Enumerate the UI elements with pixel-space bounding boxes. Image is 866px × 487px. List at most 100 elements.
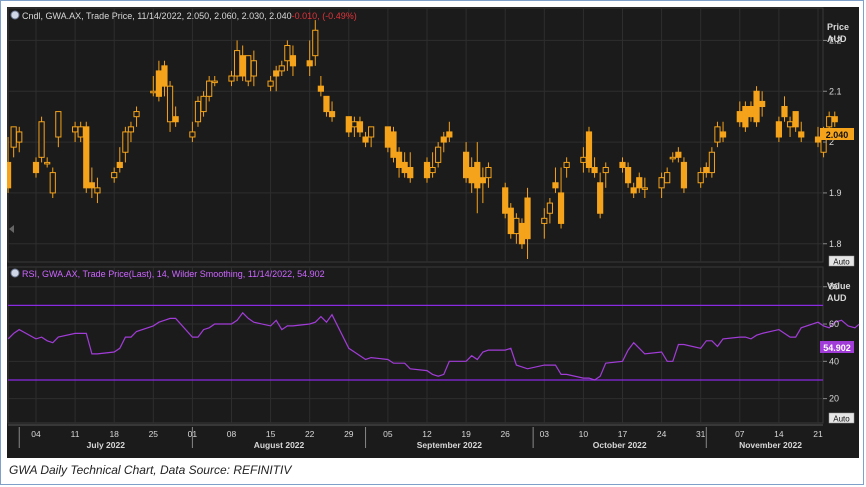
candle-down	[155, 70, 162, 97]
candle-down	[736, 111, 743, 123]
price-header[interactable]: Cndl, GWA.AX, Trade Price, 11/14/2022, 2…	[10, 10, 357, 21]
x-tick-label: 14	[774, 429, 784, 439]
candle-down	[557, 192, 565, 224]
circle-icon[interactable]	[10, 10, 20, 20]
x-tick-label: 04	[31, 429, 41, 439]
candle-down	[479, 177, 486, 184]
x-tick-label: 18	[109, 429, 119, 439]
x-month-label: August 2022	[254, 440, 305, 450]
candle-down	[630, 187, 637, 194]
candle-up	[669, 156, 676, 160]
svg-text:Cndl, GWA.AX, Trade Price, 11/: Cndl, GWA.AX, Trade Price, 11/14/2022, 2…	[22, 11, 357, 21]
candle-down	[792, 111, 799, 128]
x-tick-label: 12	[422, 429, 432, 439]
x-axis-month-labels: July 2022 August 2022 September 2022 Octobe…	[18, 427, 802, 450]
candle-down	[323, 95, 330, 113]
candle-down	[172, 116, 179, 123]
x-tick-label: 21	[813, 429, 823, 439]
circle-icon[interactable]	[10, 268, 20, 278]
candle-up	[16, 131, 23, 143]
last-price-label: 2.040	[826, 130, 849, 140]
candle-down	[675, 151, 682, 158]
candle-up	[826, 116, 833, 128]
candle-up	[485, 167, 492, 179]
x-tick-label: 31	[696, 429, 706, 439]
x-month-label: November 2022	[739, 440, 802, 450]
rsi-auto-label: Auto	[833, 415, 850, 424]
x-tick-label: 22	[305, 429, 315, 439]
candle-up	[189, 131, 196, 138]
candle-up	[714, 126, 721, 143]
candle-up	[150, 90, 157, 94]
candle-down	[384, 126, 391, 148]
candle-down	[356, 121, 364, 133]
candle-up	[312, 29, 319, 57]
x-tick-label: 19	[461, 429, 471, 439]
candle-down	[597, 182, 604, 214]
candle-down	[781, 106, 788, 118]
candle-up	[267, 80, 274, 87]
candle-down	[831, 116, 838, 123]
x-month-label: October 2022	[593, 440, 647, 450]
candle-down	[507, 207, 514, 235]
x-tick-label: 25	[149, 429, 159, 439]
candle-up	[368, 126, 375, 138]
x-tick-label: 03	[540, 429, 550, 439]
candle-down	[518, 222, 526, 245]
x-month-label: July 2022	[87, 440, 126, 450]
candle-down	[83, 126, 90, 189]
candle-down	[328, 111, 336, 118]
x-tick-label: 07	[735, 429, 745, 439]
candle-up	[55, 111, 62, 138]
candle-up	[245, 55, 252, 82]
rsi-tick-label: 60	[829, 319, 839, 329]
candle-up	[127, 126, 135, 133]
candle-down	[753, 90, 760, 123]
candle-down	[591, 167, 598, 174]
candle-up	[563, 161, 570, 169]
rsi-header[interactable]: RSI, GWA.AX, Trade Price(Last), 14, Wild…	[10, 268, 325, 279]
candle-down	[719, 131, 727, 138]
chart-svg: Cndl, GWA.AX, Trade Price, 11/14/2022, 2…	[4, 7, 866, 450]
x-tick-label: 17	[618, 429, 628, 439]
candle-up	[111, 172, 118, 179]
price-tick-label: 1.9	[829, 188, 842, 198]
candle-down	[619, 161, 626, 169]
candle-down	[552, 182, 559, 189]
x-tick-label: 08	[227, 429, 237, 439]
figure-caption: GWA Daily Technical Chart, Data Source: …	[9, 463, 292, 477]
candle-down	[401, 161, 408, 174]
x-tick-label: 24	[657, 429, 667, 439]
candle-down	[703, 167, 710, 174]
rsi-tick-label: 20	[829, 394, 839, 404]
candle-down	[747, 106, 755, 118]
chart-area: Cndl, GWA.AX, Trade Price, 11/14/2022, 2…	[4, 7, 866, 458]
candle-up	[513, 217, 520, 235]
candle-down	[814, 136, 822, 143]
candle-down	[390, 131, 397, 158]
candle-up	[122, 131, 129, 153]
candle-up	[133, 111, 140, 118]
candle-down	[468, 167, 475, 184]
x-gridlines	[35, 8, 819, 423]
candle-up	[94, 187, 101, 194]
figure-frame: Cndl, GWA.AX, Trade Price, 11/14/2022, 2…	[0, 0, 866, 485]
candle-up	[708, 151, 715, 174]
candle-down	[463, 151, 470, 179]
candle-up	[786, 121, 794, 128]
candle-up	[211, 80, 218, 84]
candle-down	[88, 182, 95, 189]
candle-up	[278, 65, 285, 72]
x-month-label: September 2022	[417, 440, 482, 450]
candle-up	[233, 50, 241, 77]
price-tick-label: 2.1	[829, 86, 842, 96]
candle-down	[742, 106, 749, 128]
x-tick-label: 05	[383, 429, 393, 439]
candle-down	[273, 70, 280, 77]
candle-down	[798, 131, 805, 138]
candle-down	[32, 161, 40, 174]
candle-up	[10, 126, 17, 148]
price-tick-label: 2.2	[829, 35, 842, 45]
x-tick-label: 26	[500, 429, 510, 439]
x-tick-label: 10	[579, 429, 589, 439]
